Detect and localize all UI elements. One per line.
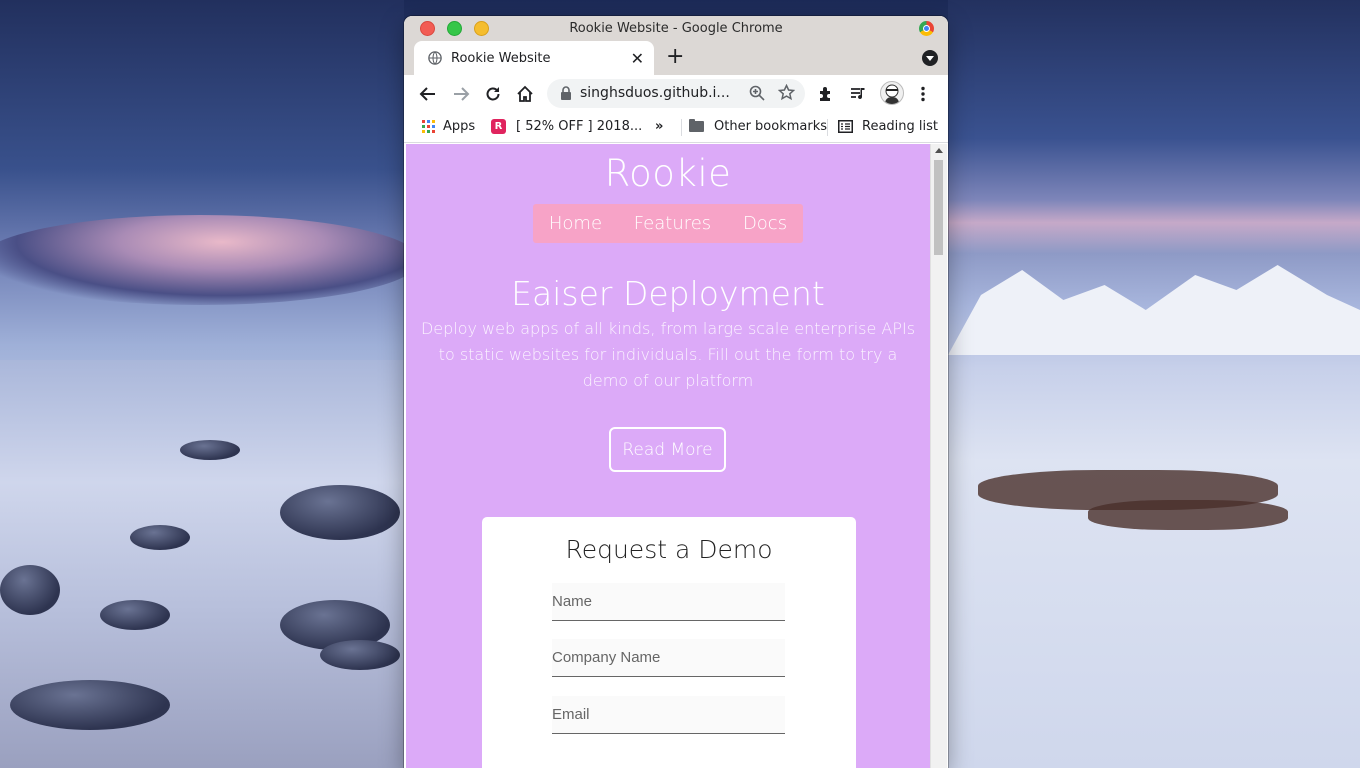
wallpaper-rock [180, 440, 240, 460]
wallpaper-rock [100, 600, 170, 630]
company-name-field[interactable] [552, 639, 785, 676]
menu-icon[interactable] [911, 82, 935, 106]
reload-icon[interactable] [481, 82, 505, 106]
lock-icon [561, 86, 571, 100]
browser-toolbar: singhsduos.github.i... [404, 75, 948, 112]
other-bookmarks[interactable]: Other bookmarks [689, 119, 827, 134]
demo-form-card: Request a Demo [482, 517, 856, 768]
extensions-icon[interactable] [814, 82, 838, 106]
r-logo-icon: R [491, 119, 506, 134]
other-bookmarks-label: Other bookmarks [714, 119, 828, 134]
tab-strip: Rookie Website ✕ + [404, 41, 948, 75]
tab-rookie-website[interactable]: Rookie Website ✕ [414, 41, 654, 75]
apps-label: Apps [443, 119, 476, 134]
apps-grid-icon [422, 120, 435, 133]
globe-icon [428, 51, 442, 65]
site-title: Rookie [604, 152, 732, 195]
new-tab-button[interactable]: + [666, 45, 684, 69]
home-icon[interactable] [513, 82, 537, 106]
apps-bookmark[interactable]: Apps [422, 119, 475, 134]
reading-list-icon [838, 120, 853, 133]
scroll-up-arrow[interactable] [935, 148, 943, 153]
address-bar[interactable]: singhsduos.github.i... [547, 79, 805, 108]
wallpaper-seaweed [1088, 500, 1288, 530]
form-title: Request a Demo [565, 535, 773, 564]
email-field-wrapper [552, 696, 785, 734]
reading-list[interactable]: Reading list [838, 119, 938, 134]
desktop-wallpaper-right [948, 0, 1360, 768]
email-field[interactable] [552, 696, 785, 733]
close-window-button[interactable] [420, 21, 435, 36]
browser-window: Rookie Website - Google Chrome Rookie We… [404, 16, 948, 768]
name-field[interactable] [552, 583, 785, 620]
forward-icon[interactable] [449, 82, 473, 106]
avatar[interactable] [880, 81, 904, 105]
close-tab-icon[interactable]: ✕ [631, 49, 644, 68]
divider [827, 119, 828, 136]
bookmarks-bar: Apps R [ 52% OFF ] 2018... » Other bookm… [404, 112, 948, 143]
title-bar: Rookie Website - Google Chrome [404, 16, 948, 41]
wallpaper-rock [0, 565, 60, 615]
scroll-thumb[interactable] [934, 160, 943, 255]
company-field-wrapper [552, 639, 785, 677]
nav-docs[interactable]: Docs [743, 213, 787, 234]
bookmarks-overflow-button[interactable]: » [655, 119, 663, 134]
divider [681, 119, 682, 136]
star-icon[interactable] [778, 84, 795, 101]
chrome-icon [919, 21, 934, 36]
hero-description: Deploy web apps of all kinds, from large… [420, 319, 916, 390]
window-title: Rookie Website - Google Chrome [569, 21, 783, 36]
hero-title: Eaiser Deployment [511, 274, 825, 313]
maximize-window-button[interactable] [447, 21, 462, 36]
wallpaper-cloud [0, 215, 404, 305]
page-viewport: Rookie Home Features Docs Eaiser Deploym… [406, 144, 930, 768]
nav-home[interactable]: Home [549, 213, 602, 234]
minimize-window-button[interactable] [474, 21, 489, 36]
reading-list-label: Reading list [862, 119, 938, 134]
url-text[interactable]: singhsduos.github.i... [580, 85, 730, 101]
nav-features[interactable]: Features [634, 213, 711, 234]
name-field-wrapper [552, 583, 785, 621]
wallpaper-mountains [948, 265, 1360, 355]
wallpaper-rock [280, 485, 400, 540]
page-scrollbar[interactable] [930, 144, 947, 768]
tab-label: Rookie Website [451, 50, 551, 66]
bookmark-label: [ 52% OFF ] 2018... [516, 119, 643, 134]
back-icon[interactable] [416, 82, 440, 106]
bookmark-item[interactable]: R [ 52% OFF ] 2018... [491, 119, 642, 134]
tab-search-icon[interactable] [922, 50, 938, 66]
wallpaper-rock [10, 680, 170, 730]
folder-icon [689, 119, 704, 132]
read-more-button[interactable]: Read More [609, 427, 726, 472]
desktop-wallpaper-left [0, 0, 404, 768]
zoom-icon[interactable] [749, 85, 765, 101]
wallpaper-rock [130, 525, 190, 550]
wallpaper-rock [320, 640, 400, 670]
site-nav: Home Features Docs [533, 204, 803, 243]
media-icon[interactable] [846, 82, 870, 106]
